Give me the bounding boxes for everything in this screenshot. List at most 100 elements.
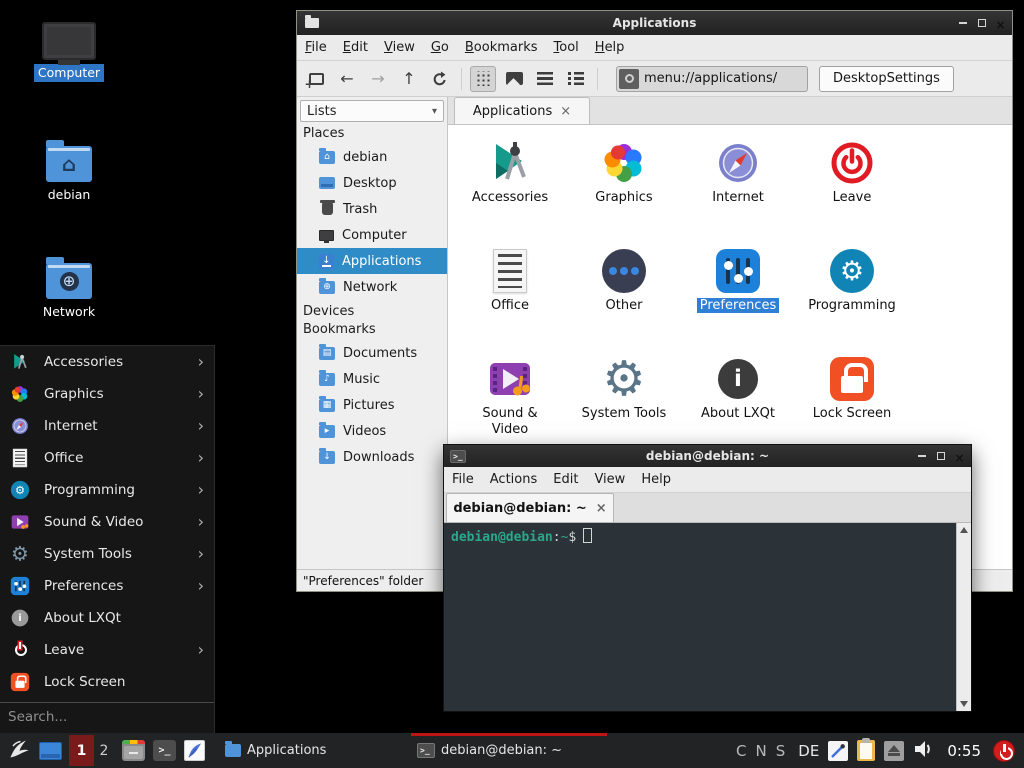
- fm-menu-view[interactable]: View: [376, 35, 423, 60]
- desktop-settings-button[interactable]: DesktopSettings: [819, 66, 954, 92]
- fm-menu-file[interactable]: File: [297, 35, 335, 60]
- up-button[interactable]: ↑: [396, 66, 422, 92]
- scroll-down-icon[interactable]: [960, 701, 968, 707]
- menu-item-internet[interactable]: Internet ›: [0, 410, 214, 442]
- terminal-tab[interactable]: debian@debian: ~ ×: [446, 493, 614, 522]
- terminal-menu-file[interactable]: File: [444, 467, 482, 492]
- sidebar-item-documents[interactable]: ▤ Documents: [297, 340, 447, 366]
- main-menu-button[interactable]: [7, 737, 31, 765]
- new-tab-button[interactable]: [303, 66, 329, 92]
- sidebar-item-desktop[interactable]: Desktop: [297, 170, 447, 196]
- fm-menu-go[interactable]: Go: [423, 35, 457, 60]
- category-other[interactable]: Other: [567, 247, 681, 355]
- menu-item-about-lxqt[interactable]: i About LXQt: [0, 602, 214, 634]
- task-terminal[interactable]: >_ debian@debian: ~: [411, 733, 607, 768]
- office-icon: [486, 247, 534, 295]
- address-bar[interactable]: menu://applications/: [616, 66, 808, 92]
- terminal-menu-view[interactable]: View: [586, 467, 633, 492]
- tab-applications[interactable]: Applications ×: [454, 97, 590, 124]
- fm-menu-edit[interactable]: Edit: [335, 35, 376, 60]
- category-accessories[interactable]: Accessories: [453, 139, 567, 247]
- menu-item-accessories[interactable]: Accessories ›: [0, 346, 214, 378]
- category-graphics[interactable]: Graphics: [567, 139, 681, 247]
- terminal-content[interactable]: debian@debian:~$: [444, 523, 971, 711]
- menu-item-programming[interactable]: ⚙ Programming ›: [0, 474, 214, 506]
- sidebar-item-videos[interactable]: ▸ Videos: [297, 418, 447, 444]
- videos-folder-icon: ▸: [319, 425, 335, 438]
- sidebar-item-trash[interactable]: Trash: [297, 196, 447, 222]
- volume-tray-icon[interactable]: [913, 740, 935, 762]
- detailed-view-button[interactable]: [563, 66, 589, 92]
- menu-item-graphics[interactable]: Graphics ›: [0, 378, 214, 410]
- close-button[interactable]: ×: [993, 18, 1008, 31]
- desktop-icon-debian[interactable]: ⌂ debian: [17, 138, 121, 204]
- submenu-arrow-icon: ›: [198, 514, 204, 530]
- fm-titlebar[interactable]: Applications ×: [297, 11, 1012, 35]
- menu-item-office[interactable]: Office ›: [0, 442, 214, 474]
- terminal-scrollbar[interactable]: [956, 523, 971, 711]
- sidebar-item-music[interactable]: ♪ Music: [297, 366, 447, 392]
- maximize-button[interactable]: [974, 17, 989, 30]
- featherpad-launcher[interactable]: [184, 740, 205, 761]
- scroll-up-icon[interactable]: [960, 527, 968, 533]
- terminal-cursor: [583, 528, 592, 543]
- workspace-2-button[interactable]: 2: [94, 735, 114, 766]
- reload-button[interactable]: [427, 66, 453, 92]
- task-applications[interactable]: Applications: [219, 733, 407, 768]
- category-leave[interactable]: Leave: [795, 139, 909, 247]
- fm-menu-help[interactable]: Help: [587, 35, 633, 60]
- workspace-1-button[interactable]: 1: [69, 735, 94, 766]
- back-button[interactable]: ←: [334, 66, 360, 92]
- forward-button[interactable]: →: [365, 66, 391, 92]
- menu-item-preferences[interactable]: Preferences ›: [0, 570, 214, 602]
- places-header: Places: [297, 122, 447, 144]
- menu-item-sound-video[interactable]: Sound & Video ›: [0, 506, 214, 538]
- sidebar-mode-combobox[interactable]: Lists ▾: [300, 100, 444, 122]
- category-office[interactable]: Office: [453, 247, 567, 355]
- close-button[interactable]: ×: [952, 451, 967, 464]
- address-text[interactable]: menu://applications/: [644, 71, 777, 86]
- new-tab-icon: [309, 73, 324, 85]
- terminal-menu-help[interactable]: Help: [633, 467, 679, 492]
- thumbnail-view-button[interactable]: [501, 66, 527, 92]
- icon-view-button[interactable]: [470, 66, 496, 92]
- menu-item-system-tools[interactable]: ⚙ System Tools ›: [0, 538, 214, 570]
- desktop-icon-computer[interactable]: Computer: [17, 22, 121, 82]
- sidebar-item-debian[interactable]: ⌂ debian: [297, 144, 447, 170]
- sidebar-item-computer[interactable]: Computer: [297, 222, 447, 248]
- sidebar-item-pictures[interactable]: ▦ Pictures: [297, 392, 447, 418]
- sidebar-item-applications[interactable]: ↓ Applications: [297, 248, 447, 274]
- clipboard-tray-icon[interactable]: [857, 740, 875, 761]
- submenu-arrow-icon: ›: [198, 642, 204, 658]
- minimize-button[interactable]: [955, 17, 970, 30]
- pictures-folder-icon: ▦: [319, 399, 335, 412]
- category-internet[interactable]: Internet: [681, 139, 795, 247]
- desktop-icon-network[interactable]: ⊕ Network: [17, 255, 121, 321]
- menu-item-leave[interactable]: Leave ›: [0, 634, 214, 666]
- terminal-menu-actions[interactable]: Actions: [482, 467, 546, 492]
- menu-search-input[interactable]: Search...: [0, 703, 214, 730]
- terminal-menu-edit[interactable]: Edit: [545, 467, 586, 492]
- power-button[interactable]: [993, 740, 1015, 762]
- maximize-button[interactable]: [933, 450, 948, 463]
- compact-view-button[interactable]: [532, 66, 558, 92]
- file-manager-launcher[interactable]: [122, 740, 145, 761]
- clock[interactable]: 0:55: [947, 742, 981, 760]
- terminal-launcher[interactable]: >_: [153, 740, 176, 761]
- terminal-titlebar[interactable]: >_ debian@debian: ~ ×: [444, 445, 971, 467]
- screenshot-tray-icon[interactable]: [828, 741, 848, 761]
- keyboard-layout-indicator[interactable]: DE: [798, 742, 819, 760]
- category-programming[interactable]: ⚙ Programming: [795, 247, 909, 355]
- sidebar-item-downloads[interactable]: ↓ Downloads: [297, 444, 447, 470]
- category-preferences[interactable]: Preferences: [681, 247, 795, 355]
- show-desktop-button[interactable]: [39, 742, 62, 760]
- fm-menu-bookmarks[interactable]: Bookmarks: [457, 35, 546, 60]
- tab-close-icon[interactable]: ×: [560, 105, 571, 118]
- minimize-button[interactable]: [914, 450, 929, 463]
- menu-item-lock-screen[interactable]: Lock Screen: [0, 666, 214, 698]
- capslock-indicator: C: [736, 742, 746, 760]
- fm-menu-tool[interactable]: Tool: [546, 35, 587, 60]
- tab-close-icon[interactable]: ×: [596, 502, 607, 515]
- sidebar-item-network[interactable]: ⊕ Network: [297, 274, 447, 300]
- removable-media-tray-icon[interactable]: [884, 741, 904, 761]
